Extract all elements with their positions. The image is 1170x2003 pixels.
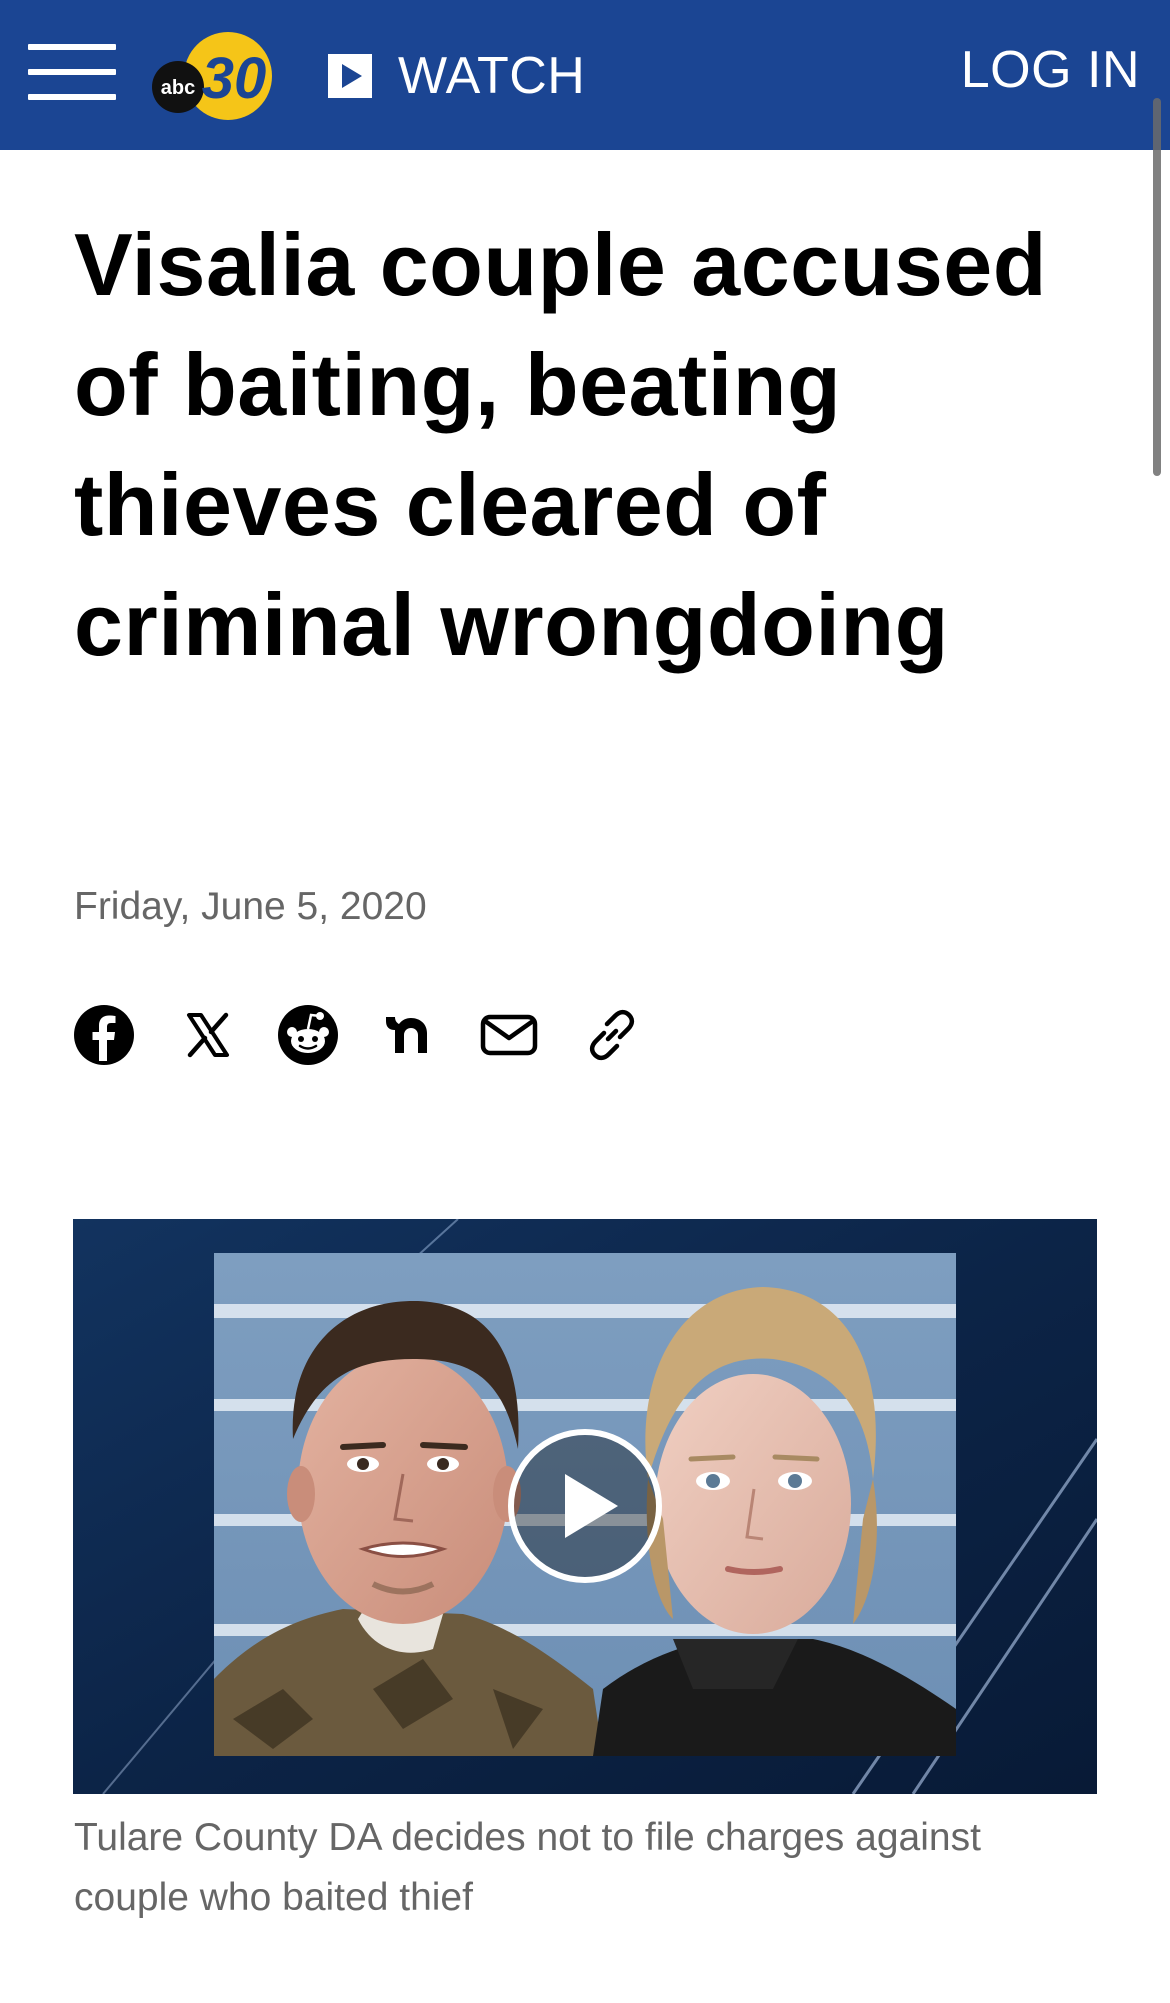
svg-text:abc: abc — [161, 77, 195, 99]
video-thumbnail — [73, 1219, 1097, 1794]
facebook-icon[interactable] — [72, 1003, 136, 1067]
link-icon[interactable] — [580, 1003, 644, 1067]
watch-label: WATCH — [398, 47, 586, 105]
reddit-icon[interactable] — [276, 1003, 340, 1067]
menu-icon[interactable] — [28, 44, 116, 100]
site-header: abc 30 WATCH LOG IN — [0, 0, 1170, 150]
nextdoor-icon[interactable] — [378, 1003, 442, 1067]
email-icon[interactable] — [477, 1003, 541, 1067]
play-square-icon — [328, 54, 372, 98]
watch-button[interactable]: WATCH — [328, 46, 585, 106]
scrollbar[interactable] — [1153, 98, 1161, 476]
article-date: Friday, June 5, 2020 — [74, 885, 427, 928]
page: abc 30 WATCH LOG IN Visalia couple accus… — [0, 0, 1170, 2003]
video-player[interactable] — [73, 1219, 1097, 1794]
login-button[interactable]: LOG IN — [961, 40, 1140, 100]
video-caption: Tulare County DA decides not to file cha… — [74, 1816, 981, 1919]
x-icon[interactable] — [176, 1003, 240, 1067]
abc30-logo[interactable]: abc 30 — [150, 30, 276, 124]
article-headline: Visalia couple accused of baiting, beati… — [74, 215, 1047, 674]
svg-text:30: 30 — [202, 46, 267, 111]
